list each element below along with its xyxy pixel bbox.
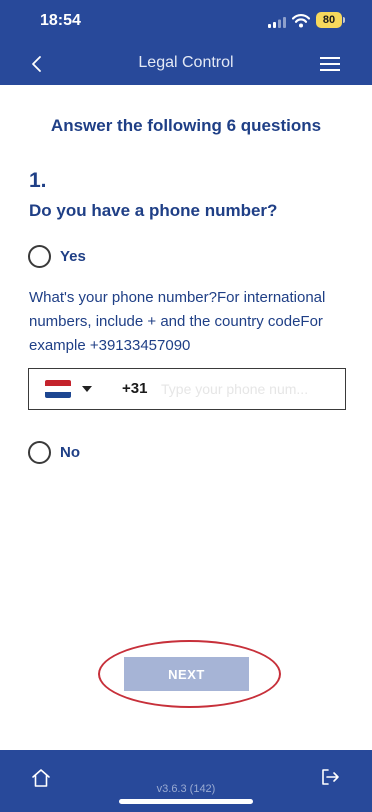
question-number: 1. — [29, 169, 47, 192]
version-label: v3.6.3 (142) — [156, 783, 216, 795]
status-bar: 18:54 80 — [0, 0, 372, 44]
radio-option-no[interactable]: No — [28, 441, 80, 464]
question-text: Do you have a phone number? — [29, 201, 278, 220]
bottom-bar: v3.6.3 (142) — [0, 750, 372, 812]
page-title: Legal Control — [138, 54, 234, 71]
country-code-select[interactable] — [29, 369, 109, 409]
phone-number-input[interactable] — [159, 375, 339, 403]
hamburger-menu-icon — [320, 57, 340, 71]
battery-icon: 80 — [316, 12, 346, 28]
radio-yes-circle[interactable] — [28, 245, 51, 268]
signal-icon — [268, 17, 286, 28]
nav-bar: Legal Control — [0, 44, 372, 85]
wifi-icon — [292, 14, 310, 28]
logout-button[interactable] — [318, 765, 342, 789]
back-button[interactable] — [24, 50, 52, 78]
home-indicator[interactable] — [119, 799, 253, 804]
status-time: 18:54 — [40, 12, 81, 29]
top-bar: 18:54 80 Legal Control — [0, 0, 372, 85]
phone-field: +31 — [28, 368, 346, 410]
intro-heading: Answer the following 6 questions — [50, 116, 322, 135]
logout-icon — [322, 769, 339, 785]
chevron-left-icon — [32, 56, 41, 72]
radio-yes-label: Yes — [60, 248, 86, 265]
battery-level: 80 — [322, 14, 336, 26]
caret-down-icon — [82, 386, 92, 392]
netherlands-flag-icon — [45, 380, 71, 398]
radio-no-circle[interactable] — [28, 441, 51, 464]
menu-button[interactable] — [318, 54, 342, 74]
dial-code: +31 — [122, 380, 148, 397]
phone-instructions: What's your phone number?For internation… — [29, 289, 326, 354]
radio-option-yes[interactable]: Yes — [28, 245, 86, 268]
radio-no-label: No — [60, 444, 80, 461]
next-button[interactable]: NEXT — [124, 657, 249, 691]
